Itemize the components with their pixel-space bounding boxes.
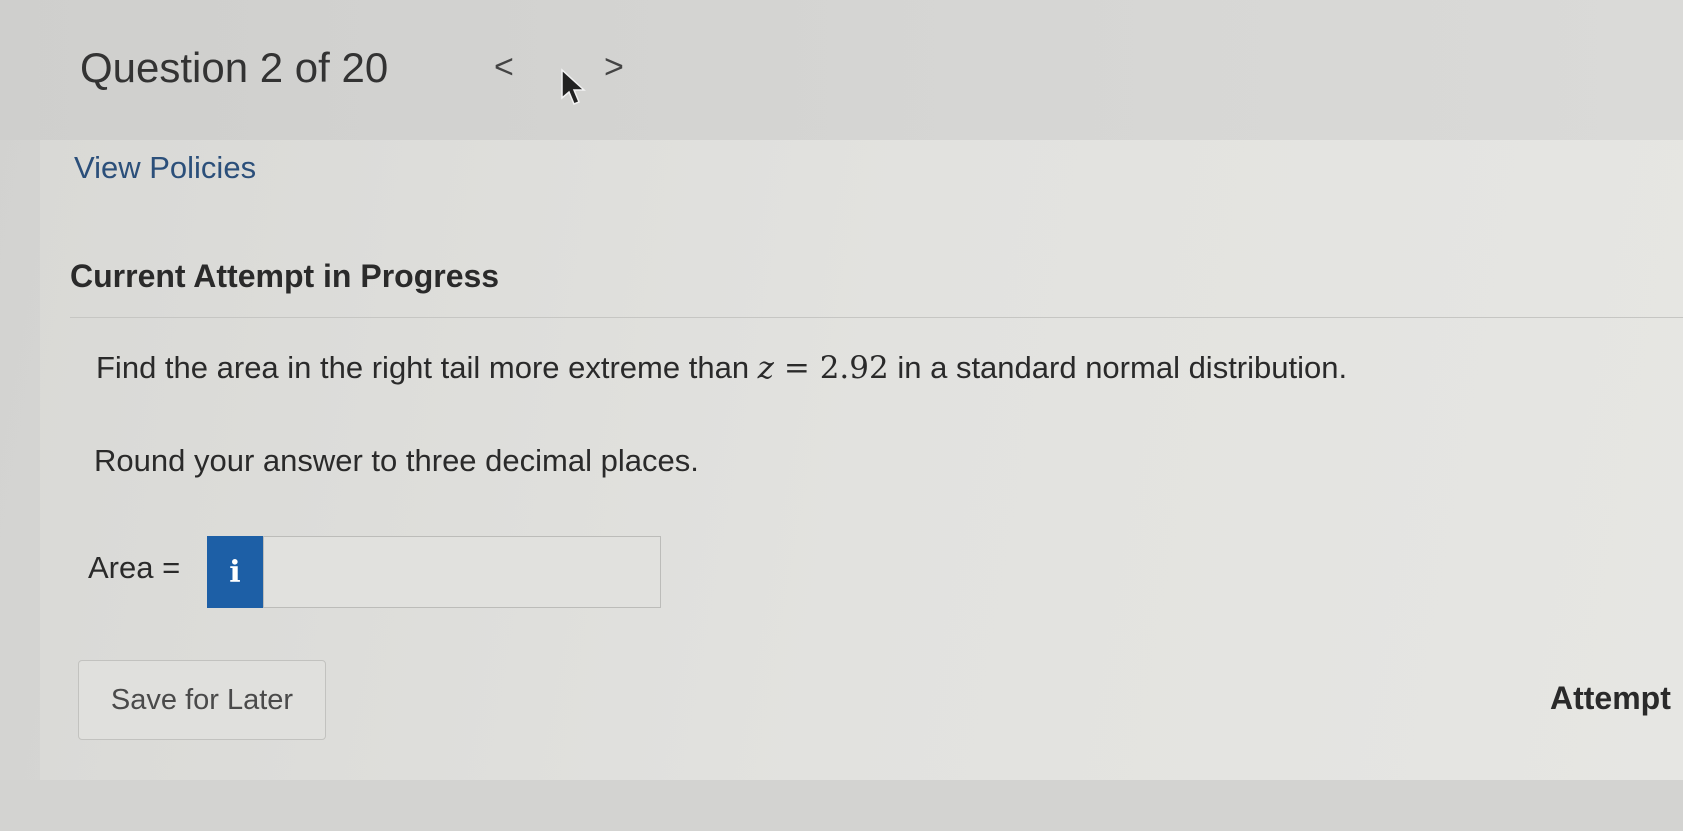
question-text: Find the area in the right tail more ext… <box>96 350 1347 386</box>
mouse-cursor-icon <box>561 68 586 105</box>
next-question-button[interactable]: > <box>604 50 624 84</box>
save-for-later-button[interactable]: Save for Later <box>78 660 326 740</box>
view-policies-link[interactable]: View Policies <box>74 150 256 186</box>
attempts-label: Attempt <box>1550 680 1671 716</box>
question-suffix: in a standard normal distribution. <box>888 350 1348 385</box>
rounding-instruction: Round your answer to three decimal place… <box>94 443 699 478</box>
question-counter: Question 2 of 20 <box>80 44 389 91</box>
bottom-strip <box>0 780 1683 831</box>
section-divider <box>70 317 1683 318</box>
math-value: 2.92 <box>819 350 889 386</box>
info-glyph: i <box>229 554 241 590</box>
question-prefix: Find the area in the right tail more ext… <box>96 350 758 385</box>
info-icon[interactable]: i <box>207 536 263 608</box>
math-variable: z <box>757 350 775 386</box>
area-label: Area = <box>88 550 181 585</box>
area-answer-input[interactable] <box>263 536 661 608</box>
attempt-heading: Current Attempt in Progress <box>70 258 500 294</box>
math-operator: = <box>774 350 820 386</box>
previous-question-button[interactable]: < <box>494 50 514 84</box>
